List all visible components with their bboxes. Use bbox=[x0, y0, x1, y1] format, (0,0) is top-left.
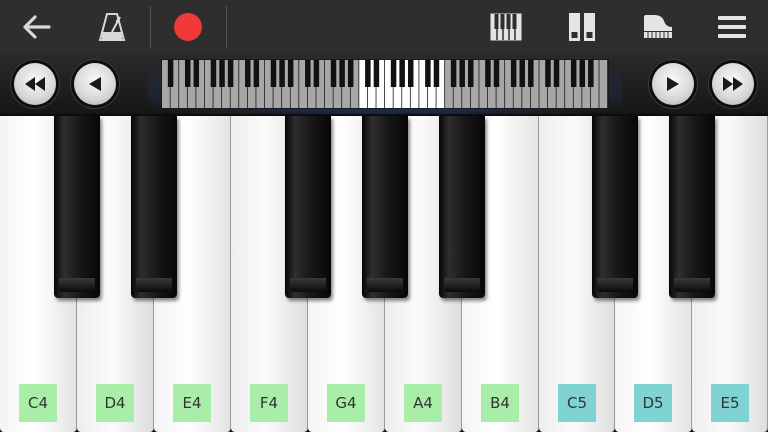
minimap-black-key bbox=[450, 60, 457, 87]
minimap-black-key bbox=[347, 60, 354, 87]
fast-rewind-button[interactable] bbox=[14, 63, 56, 105]
minimap-black-key bbox=[219, 60, 225, 87]
note-label: D4 bbox=[96, 384, 134, 422]
note-label: C4 bbox=[19, 384, 57, 422]
minimap-black-key bbox=[270, 60, 277, 87]
minimap-black-key bbox=[313, 60, 320, 87]
minimap-black-key bbox=[485, 60, 491, 87]
forward-button[interactable] bbox=[652, 63, 694, 105]
fast-forward-icon bbox=[723, 77, 743, 91]
note-label: F4 bbox=[250, 384, 288, 422]
minimap-black-key bbox=[399, 60, 405, 87]
minimap-keys bbox=[161, 59, 609, 109]
note-label: E4 bbox=[173, 384, 211, 422]
black-key-a-sharp-4[interactable] bbox=[439, 116, 485, 298]
minimap-black-key bbox=[510, 60, 517, 87]
keyboard-mode-button[interactable] bbox=[480, 0, 532, 54]
minimap-black-key bbox=[287, 60, 294, 87]
minimap-black-key bbox=[425, 60, 431, 87]
fast-rewind-icon bbox=[25, 77, 45, 91]
minimap-black-key bbox=[588, 60, 594, 87]
minimap-black-key bbox=[167, 60, 174, 87]
minimap-black-key bbox=[493, 60, 500, 87]
minimap-black-key bbox=[330, 60, 337, 87]
minimap-black-key bbox=[193, 60, 200, 87]
toolbar-separator bbox=[226, 6, 227, 48]
minimap-black-key bbox=[373, 60, 380, 87]
minimap-black-key bbox=[210, 60, 217, 87]
black-key-g-sharp-4[interactable] bbox=[362, 116, 408, 298]
minimap-black-key bbox=[433, 60, 440, 87]
dual-keyboard-icon bbox=[569, 13, 595, 41]
minimap-black-key bbox=[407, 60, 414, 87]
keyboard-navigator bbox=[0, 54, 768, 116]
keyboard-mode-icon bbox=[490, 13, 522, 41]
minimap-black-key bbox=[570, 60, 577, 87]
note-label: G4 bbox=[327, 384, 365, 422]
minimap-white-key bbox=[599, 60, 608, 108]
note-label: E5 bbox=[711, 384, 749, 422]
minimap-black-key bbox=[253, 60, 260, 87]
minimap-black-key bbox=[519, 60, 525, 87]
forward-icon bbox=[667, 77, 679, 91]
black-key-f-sharp-4[interactable] bbox=[285, 116, 331, 298]
menu-icon bbox=[718, 16, 746, 38]
minimap-black-key bbox=[365, 60, 371, 87]
back-arrow-icon bbox=[23, 15, 51, 39]
minimap-black-key bbox=[545, 60, 551, 87]
metronome-icon bbox=[98, 13, 126, 41]
grand-piano-icon bbox=[644, 15, 672, 38]
note-label: A4 bbox=[404, 384, 442, 422]
minimap-black-key bbox=[390, 60, 397, 87]
minimap-black-key bbox=[339, 60, 345, 87]
menu-button[interactable] bbox=[706, 0, 758, 54]
minimap-black-key bbox=[227, 60, 234, 87]
dual-keyboard-button[interactable] bbox=[556, 0, 608, 54]
grand-piano-button[interactable] bbox=[632, 0, 684, 54]
minimap-black-key bbox=[468, 60, 474, 87]
minimap-black-key bbox=[184, 60, 191, 87]
rewind-button[interactable] bbox=[74, 63, 116, 105]
note-label: C5 bbox=[558, 384, 596, 422]
minimap-black-key bbox=[279, 60, 285, 87]
record-icon bbox=[174, 13, 202, 41]
minimap-black-key bbox=[553, 60, 560, 87]
metronome-button[interactable] bbox=[86, 0, 138, 54]
minimap-black-key bbox=[305, 60, 311, 87]
toolbar-separator bbox=[150, 6, 151, 48]
rewind-icon bbox=[89, 77, 101, 91]
record-button[interactable] bbox=[162, 0, 214, 54]
top-toolbar bbox=[0, 0, 768, 54]
black-key-c-sharp-4[interactable] bbox=[54, 116, 100, 298]
minimap-black-key bbox=[459, 60, 465, 87]
piano-keyboard: C4 D4 E4 F4 G4 A4 B4 C5 D5 E5 bbox=[0, 116, 768, 432]
keyboard-minimap[interactable] bbox=[148, 54, 622, 114]
note-label: D5 bbox=[634, 384, 672, 422]
minimap-black-key bbox=[245, 60, 251, 87]
black-key-d-sharp-5[interactable] bbox=[669, 116, 715, 298]
minimap-black-key bbox=[528, 60, 534, 87]
fast-forward-button[interactable] bbox=[712, 63, 754, 105]
black-key-d-sharp-4[interactable] bbox=[131, 116, 177, 298]
minimap-black-key bbox=[579, 60, 586, 87]
back-button[interactable] bbox=[10, 0, 62, 54]
note-label: B4 bbox=[481, 384, 519, 422]
black-key-c-sharp-5[interactable] bbox=[592, 116, 638, 298]
